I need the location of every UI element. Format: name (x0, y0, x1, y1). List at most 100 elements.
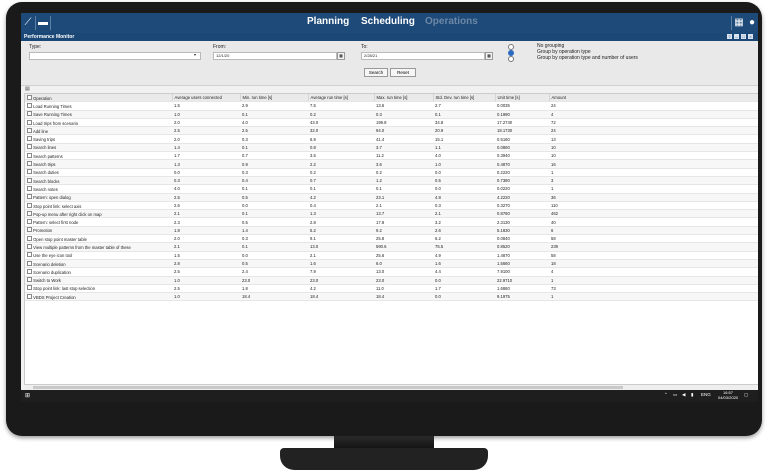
table-row[interactable]: Search duties 0.0 0.3 0.2 0.2 0.0 0.2220 1 (25, 168, 758, 177)
table-row[interactable]: Open stop point master table 2.0 0.3 9.1 25.… (25, 234, 758, 244)
chat-icon[interactable]: ▬ (36, 16, 51, 30)
table-row[interactable]: Scenario duplication 2.5 2.4 7.9 13.0 4.4 7.91… (25, 267, 758, 277)
table-cell: 1.5 (172, 251, 240, 260)
row-checkbox[interactable] (27, 268, 32, 274)
row-checkbox[interactable] (27, 111, 32, 117)
table-row[interactable]: Search patterns 1.7 0.7 3.5 11.2 4.0 0.3940 10 (25, 151, 758, 161)
row-checkbox[interactable] (27, 169, 32, 175)
cell-value: 10 (551, 153, 556, 159)
column-header[interactable]: Amount (549, 94, 758, 103)
row-checkbox[interactable] (27, 144, 32, 150)
column-header[interactable]: Std. Dev. run time [s] (433, 94, 496, 103)
help-icon[interactable]: ? (727, 34, 732, 39)
nav-planning[interactable]: Planning (307, 16, 349, 27)
monitor-frame: ⟋ ▬ Planning Scheduling Operations ▦ ● P… (6, 2, 762, 436)
cell-value: 4 (551, 111, 554, 117)
table-cell: 0.3 (240, 234, 308, 244)
row-checkbox[interactable] (27, 285, 32, 291)
table-row[interactable]: Saving trips 2.0 0.3 6.9 41.4 15.1 0.5160 13 (25, 134, 758, 144)
table-row[interactable]: Scenario deletion 2.8 0.5 1.6 6.0 1.6 1.5660 18 (25, 259, 758, 269)
table-cell: 4.8 (433, 193, 495, 202)
volume-icon[interactable]: ◀ (682, 392, 685, 398)
table-cell: 16 (549, 159, 758, 169)
table-row[interactable]: Switch to Work 1.0 23.0 23.0 23.0 0.0 22.9710 1 (25, 276, 758, 285)
calendar-icon[interactable]: ▦ (485, 52, 493, 60)
table-cell: Stop point link: last stop selection (25, 284, 172, 294)
scrollbar-thumb[interactable] (33, 386, 623, 389)
column-header[interactable]: Average users connected (172, 94, 241, 103)
table-row[interactable]: Use the eye icon tool 1.5 0.0 2.1 25.6 4.9 1.4… (25, 251, 758, 260)
table-row[interactable]: VBDS Project Creation 1.0 18.4 18.4 18.4 0.0 9… (25, 292, 758, 302)
table-row[interactable]: Save Running Times 1.0 0.1 0.2 0.3 0.1 0.1990 4 (25, 110, 758, 119)
row-checkbox[interactable] (27, 210, 32, 216)
table-row[interactable]: Stop point link: select axis 2.6 0.0 0.4 2.1… (25, 201, 758, 211)
table-row[interactable]: Search lines 1.4 0.1 0.8 3.7 1.1 0.0860 10 (25, 143, 758, 153)
row-checkbox[interactable] (27, 194, 32, 200)
row-checkbox[interactable] (27, 252, 32, 258)
table-cell: 23.0 (308, 276, 374, 285)
row-checkbox[interactable] (27, 119, 32, 125)
table-row[interactable]: Stop point link: last stop selection 2.5 1… (25, 284, 758, 294)
windows-icon[interactable]: ⊞ (25, 392, 30, 399)
row-checkbox[interactable] (27, 235, 32, 241)
table-row[interactable]: Pattern: select first node 2.3 0.5 2.8 17.8 3… (25, 217, 758, 227)
notification-icon[interactable]: ▢ (744, 392, 748, 398)
table-row[interactable]: Search notes 4.0 0.1 0.1 0.1 0.0 0.0220 1 (25, 184, 758, 194)
grouping-option-label: Group by operation type and number of us… (537, 55, 638, 61)
table-cell: 1.0 (172, 110, 240, 119)
row-checkbox[interactable] (27, 127, 32, 133)
column-header[interactable]: Operation (25, 94, 173, 103)
reset-button[interactable]: Reset (390, 68, 416, 77)
table-row[interactable]: Pattern: open dialog 2.5 0.5 4.2 23.1 4.8 4.22… (25, 193, 758, 202)
table-row[interactable]: Promotion 1.8 1.4 5.2 9.2 2.6 5.1830 6 (25, 226, 758, 236)
table-row[interactable]: Search blocks 0.3 0.4 0.7 1.2 0.5 0.7380 3 (25, 176, 758, 186)
type-select[interactable] (29, 52, 201, 60)
minimize-icon[interactable]: – (734, 34, 739, 39)
column-header[interactable]: Unit time [s] (495, 94, 550, 103)
clock[interactable]: 16:57 04/03/2020 (718, 390, 738, 400)
row-checkbox[interactable] (27, 152, 32, 158)
row-checkbox[interactable] (27, 293, 32, 299)
cell-value: 239 (551, 244, 558, 250)
row-checkbox[interactable] (27, 136, 32, 142)
radio-group-by-type-users[interactable] (508, 56, 514, 62)
table-row[interactable]: Search trips 1.3 0.9 2.2 3.6 1.0 0.4870 16 (25, 159, 758, 169)
to-date-input[interactable]: 2/28/21 (361, 52, 485, 60)
column-header[interactable]: Average run time [s] (308, 94, 375, 103)
tools-icon[interactable]: ⟋ (21, 16, 36, 30)
table-row[interactable]: Pop-up menu after right click on map 2.1 0… (25, 209, 758, 219)
row-checkbox[interactable] (27, 260, 32, 266)
tray-up-icon[interactable]: ⌃ (664, 392, 668, 398)
row-checkbox[interactable] (27, 202, 32, 208)
nav-scheduling[interactable]: Scheduling (361, 16, 415, 27)
row-checkbox[interactable] (27, 102, 32, 108)
grid-icon[interactable]: ▦ (731, 16, 746, 30)
row-checkbox[interactable] (27, 277, 32, 283)
cell-value: Load trips from scenario (33, 120, 79, 126)
table-cell: 199.8 (374, 118, 433, 128)
row-checkbox[interactable] (27, 161, 32, 167)
from-date-input[interactable]: 12/1/20 (213, 52, 337, 60)
select-all-checkbox[interactable] (27, 94, 32, 100)
table-row[interactable]: View multiple patterns from the master t… (25, 242, 758, 252)
table-row[interactable]: Load Running Times 1.5 2.9 7.5 13.6 2.7 0.0035… (25, 101, 758, 111)
search-button[interactable]: Search (364, 68, 388, 77)
table-cell: 5.1830 (495, 226, 549, 236)
row-checkbox[interactable] (27, 185, 32, 191)
maximize-icon[interactable]: □ (741, 34, 746, 39)
calendar-icon[interactable]: ▦ (337, 52, 345, 60)
row-checkbox[interactable] (27, 219, 32, 225)
table-row[interactable]: Add line 2.5 2.5 32.0 94.0 20.9 18.1730 24 (25, 126, 758, 136)
close-icon[interactable]: × (748, 34, 753, 39)
row-checkbox[interactable] (27, 227, 32, 233)
row-checkbox[interactable] (27, 243, 32, 249)
row-checkbox[interactable] (27, 177, 32, 183)
table-row[interactable]: Load trips from scenario 2.0 4.0 43.0 199.8 3… (25, 118, 758, 128)
user-icon[interactable]: ● (745, 16, 758, 30)
column-header[interactable]: Max. run time [s] (374, 94, 434, 103)
language-indicator[interactable]: ENG (701, 392, 711, 397)
export-icon[interactable]: ▤ (25, 86, 30, 92)
cell-value: Switch to Work (33, 278, 62, 284)
nav-operations[interactable]: Operations (425, 16, 478, 27)
column-header[interactable]: Min. run time [s] (240, 94, 309, 103)
